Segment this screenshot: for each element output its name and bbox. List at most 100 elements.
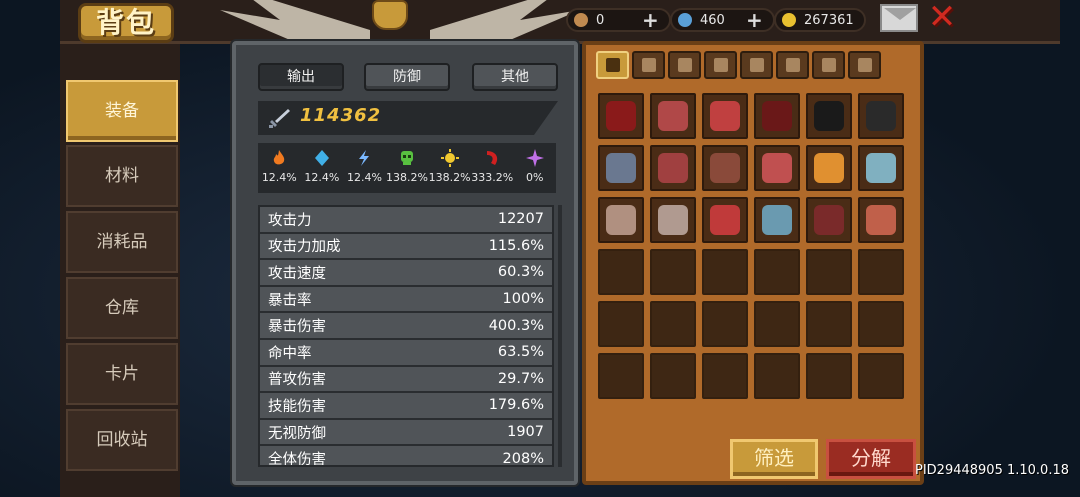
inventory-slot[interactable]	[598, 93, 644, 139]
decompose-button[interactable]: 分解	[826, 439, 916, 479]
inventory-slot-empty[interactable]	[702, 249, 748, 295]
inventory-slot[interactable]	[858, 93, 904, 139]
inventory-slot-empty[interactable]	[598, 353, 644, 399]
inventory-slot[interactable]	[806, 197, 852, 243]
shell-icon	[606, 205, 636, 235]
sword-icon	[269, 109, 290, 128]
close-button[interactable]: ✕	[926, 0, 958, 34]
inventory-slot-empty[interactable]	[754, 301, 800, 347]
stat-row: 普攻伤害 29.7%	[260, 366, 552, 394]
tab-equipment[interactable]: 装备	[66, 80, 178, 142]
category-bar	[596, 51, 881, 79]
inventory-panel: 筛选 分解	[582, 41, 924, 485]
inventory-slot-empty[interactable]	[702, 301, 748, 347]
filter-button[interactable]: 筛选	[730, 439, 818, 479]
inventory-slot[interactable]	[702, 197, 748, 243]
stat-row: 暴击率 100%	[260, 286, 552, 314]
inventory-slot[interactable]	[650, 93, 696, 139]
stat-row: 攻击力 12207	[260, 207, 552, 234]
inventory-slot-empty[interactable]	[806, 301, 852, 347]
add-gem-button[interactable]: +	[746, 10, 763, 30]
bag-title: 背包	[78, 3, 174, 43]
inventory-slot-empty[interactable]	[754, 353, 800, 399]
inventory-slot[interactable]	[754, 197, 800, 243]
wing-cape-icon	[658, 101, 688, 131]
bomb-icon	[814, 205, 844, 235]
inventory-slot[interactable]	[650, 197, 696, 243]
stats-panel: 输出 防御 其他 114362 12.4% 12.4% 12.4% 138.2%…	[232, 41, 578, 485]
stat-row: 攻击力加成 115.6%	[260, 233, 552, 261]
dragon-gauntlet-icon	[658, 153, 688, 183]
tab-warehouse[interactable]: 仓库	[66, 277, 178, 339]
dark-icon	[487, 151, 498, 165]
mail-icon[interactable]	[880, 4, 918, 32]
inventory-slot[interactable]	[858, 197, 904, 243]
tab-recycle-bin[interactable]: 回收站	[66, 409, 178, 471]
inventory-slot-empty[interactable]	[754, 249, 800, 295]
fire-icon	[274, 150, 285, 165]
shell-icon	[658, 205, 688, 235]
category-ring-icon[interactable]	[812, 51, 845, 79]
bone-resource: 0 +	[566, 7, 671, 33]
inventory-slot-empty[interactable]	[598, 301, 644, 347]
inventory-slot[interactable]	[754, 145, 800, 191]
inventory-slot[interactable]	[858, 145, 904, 191]
inventory-slot[interactable]	[598, 197, 644, 243]
combat-power-value: 114362	[300, 105, 382, 126]
inventory-slot-empty[interactable]	[806, 249, 852, 295]
category-gear-icon[interactable]	[848, 51, 881, 79]
element-arcane: 0%	[513, 143, 556, 193]
gold-count: 267361	[804, 12, 854, 28]
inventory-slot-empty[interactable]	[806, 353, 852, 399]
arcane-icon	[525, 149, 544, 167]
stat-table: 攻击力 12207 攻击力加成 115.6% 攻击速度 60.3% 暴击率 100% 暴…	[258, 205, 554, 467]
inventory-slot[interactable]	[806, 145, 852, 191]
inventory-slot[interactable]	[702, 145, 748, 191]
pid-version-label: PID29448905 1.10.0.18	[915, 463, 1070, 478]
chest-plate-icon	[710, 205, 740, 235]
stat-row: 无视防御 1907	[260, 419, 552, 447]
ring-icon	[866, 205, 896, 235]
shadow-armor-icon	[814, 101, 844, 131]
tab-cards[interactable]: 卡片	[66, 343, 178, 405]
tab-defense[interactable]: 防御	[364, 63, 450, 91]
inventory-slot[interactable]	[702, 93, 748, 139]
stat-row: 全体伤害 208%	[260, 446, 552, 465]
dark-armor-icon	[606, 101, 636, 131]
inventory-slot-empty[interactable]	[650, 353, 696, 399]
inventory-grid	[598, 93, 904, 399]
inventory-slot-empty[interactable]	[858, 353, 904, 399]
stat-row: 命中率 63.5%	[260, 339, 552, 367]
add-bone-button[interactable]: +	[642, 10, 659, 30]
inventory-slot[interactable]	[806, 93, 852, 139]
bone-icon	[574, 13, 588, 27]
stat-table-scrollbar[interactable]	[558, 205, 562, 467]
category-necklace-icon[interactable]	[776, 51, 809, 79]
tab-output[interactable]: 输出	[258, 63, 344, 91]
inventory-slot-empty[interactable]	[702, 353, 748, 399]
category-armor-icon[interactable]	[668, 51, 701, 79]
category-weapon-icon[interactable]	[632, 51, 665, 79]
category-all-icon[interactable]	[596, 51, 629, 79]
gold-icon	[782, 13, 796, 27]
inventory-slot-empty[interactable]	[598, 249, 644, 295]
category-pants-icon[interactable]	[740, 51, 773, 79]
dark-armor-icon	[762, 101, 792, 131]
element-light: 138.2%	[428, 143, 471, 193]
tab-other[interactable]: 其他	[472, 63, 558, 91]
category-helmet-icon[interactable]	[704, 51, 737, 79]
inventory-slot[interactable]	[650, 145, 696, 191]
inventory-slot-empty[interactable]	[858, 249, 904, 295]
inventory-slot-empty[interactable]	[650, 301, 696, 347]
element-stats: 12.4% 12.4% 12.4% 138.2% 138.2% 333.2% 0…	[258, 143, 556, 193]
tab-consumables[interactable]: 消耗品	[66, 211, 178, 273]
boots-icon	[710, 153, 740, 183]
inventory-slot[interactable]	[598, 145, 644, 191]
inventory-slot[interactable]	[754, 93, 800, 139]
element-ice: 12.4%	[301, 143, 344, 193]
inventory-slot-empty[interactable]	[650, 249, 696, 295]
bone-count: 0	[596, 12, 605, 28]
inventory-slot-empty[interactable]	[858, 301, 904, 347]
lightning-icon	[359, 150, 370, 166]
tab-materials[interactable]: 材料	[66, 145, 178, 207]
